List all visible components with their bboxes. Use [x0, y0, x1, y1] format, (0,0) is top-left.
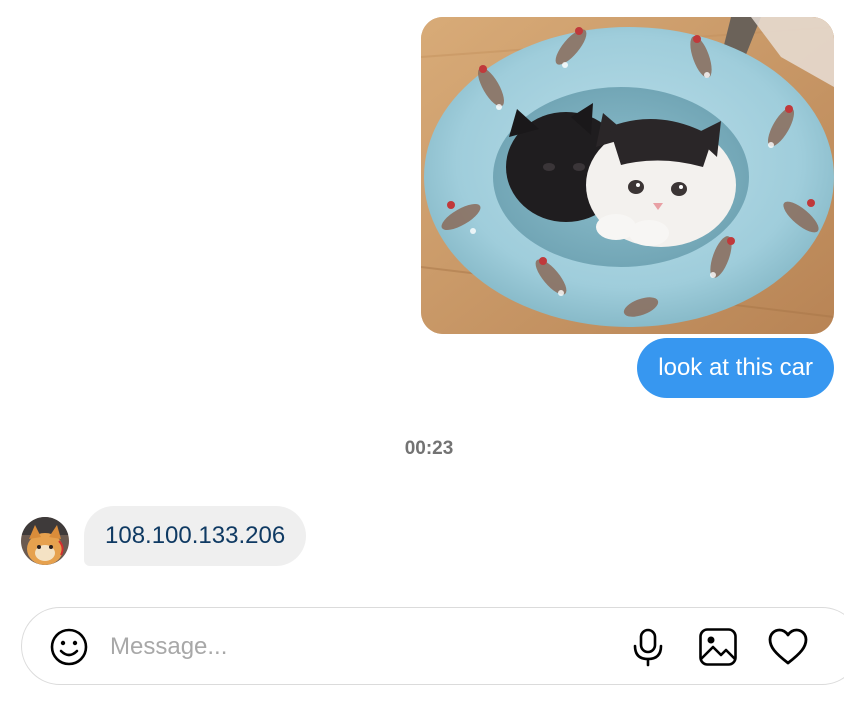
- voice-message-button[interactable]: [626, 625, 670, 669]
- like-button[interactable]: [766, 625, 810, 669]
- received-message-text: 108.100.133.206: [105, 522, 286, 549]
- sent-photo[interactable]: [421, 17, 834, 334]
- avatar[interactable]: [21, 517, 69, 565]
- smiley-icon: [50, 628, 88, 666]
- cat-avatar-icon: [21, 517, 69, 565]
- message-thread: look at this car 00:23 108.100.133.206: [0, 0, 844, 711]
- kitten-photo-illustration: [421, 17, 834, 334]
- image-icon: [699, 628, 737, 666]
- emoji-button[interactable]: [47, 625, 91, 669]
- add-photo-button[interactable]: [696, 625, 740, 669]
- message-timestamp: 00:23: [404, 438, 454, 459]
- sent-message-bubble[interactable]: look at this car: [637, 338, 834, 398]
- heart-icon: [768, 628, 808, 665]
- message-composer: [21, 607, 844, 685]
- received-message-bubble[interactable]: 108.100.133.206: [84, 506, 307, 566]
- sent-message-text: look at this car: [658, 354, 813, 381]
- microphone-icon: [633, 628, 663, 667]
- message-input[interactable]: [110, 626, 600, 668]
